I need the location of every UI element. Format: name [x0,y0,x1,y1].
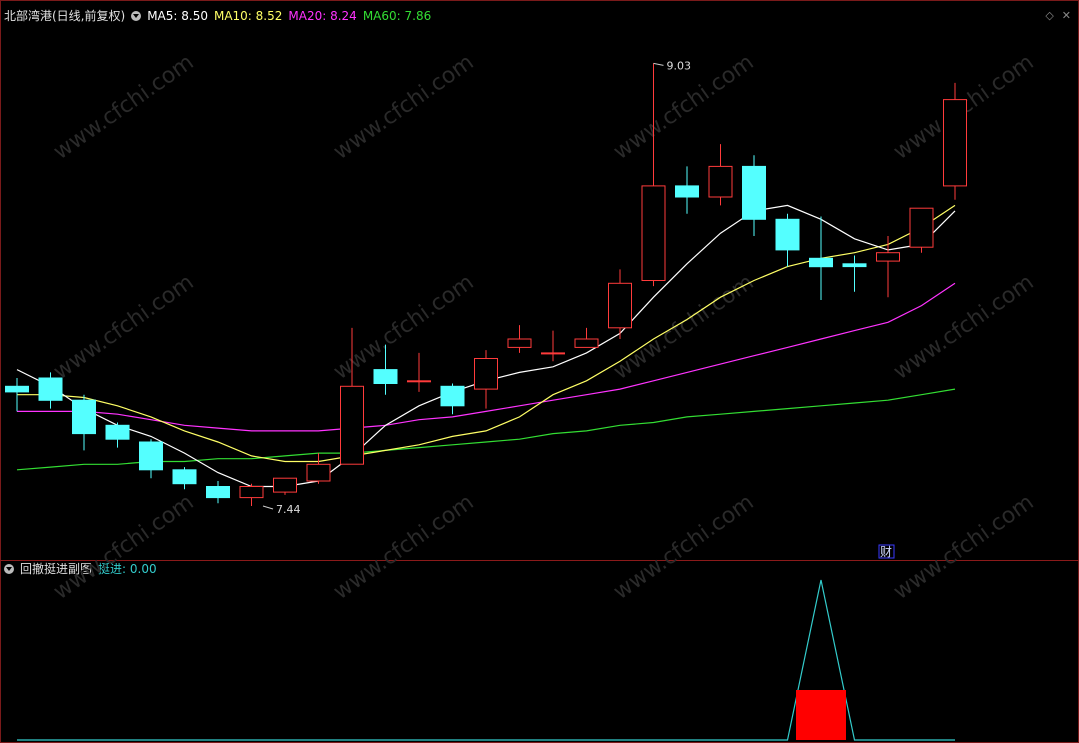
low-price-label: 7.44 [276,503,301,516]
high-price-label: 9.03 [667,59,692,72]
finance-marker: 财 [880,545,892,559]
watermark-text: www.cfchi.com [329,50,478,165]
chart-window: 北部湾港(日线,前复权) MA5: 8.50 MA10: 8.52 MA20: 8.2… [0,0,1079,743]
candle-body [474,358,498,390]
candle-body [541,352,565,355]
watermark-text: www.cfchi.com [49,270,198,385]
candle-body [340,385,364,465]
low-pointer [262,505,274,510]
candle-body [306,463,331,482]
candle-body [775,218,800,251]
candle-body [608,282,632,329]
candle-body [742,165,766,220]
ma10-line [17,204,956,463]
candle-body [105,424,130,440]
candle-body [172,469,197,485]
candle-body [809,257,833,268]
high-pointer [653,62,664,66]
candle-body [876,252,900,262]
candle-body [641,185,666,281]
candle-body [943,99,967,187]
watermark-text: www.cfchi.com [889,270,1038,385]
candle-body [373,369,398,385]
candle-body [574,338,599,348]
chart-canvas[interactable]: www.cfchi.com www.cfchi.com www.cfchi.com w… [0,0,1079,743]
candle-body [139,441,163,471]
candle-body [407,380,431,383]
candle-body [5,385,29,393]
candle-body [675,185,699,198]
watermark-text: www.cfchi.com [49,490,198,605]
candle-body [507,338,532,348]
watermark-text: www.cfchi.com [889,490,1038,605]
candle-body [909,207,934,248]
candle-body [708,165,733,198]
watermark-text: www.cfchi.com [609,490,758,605]
candle-body [440,385,465,407]
candle-body [38,377,63,401]
candle-body [842,263,867,268]
candle-body [72,399,96,435]
candle-body [206,486,230,499]
signal-bar [796,690,846,740]
candle-body [273,477,297,493]
candle-body [239,486,264,499]
watermark-text: www.cfchi.com [329,490,478,605]
watermark-text: www.cfchi.com [49,50,198,165]
